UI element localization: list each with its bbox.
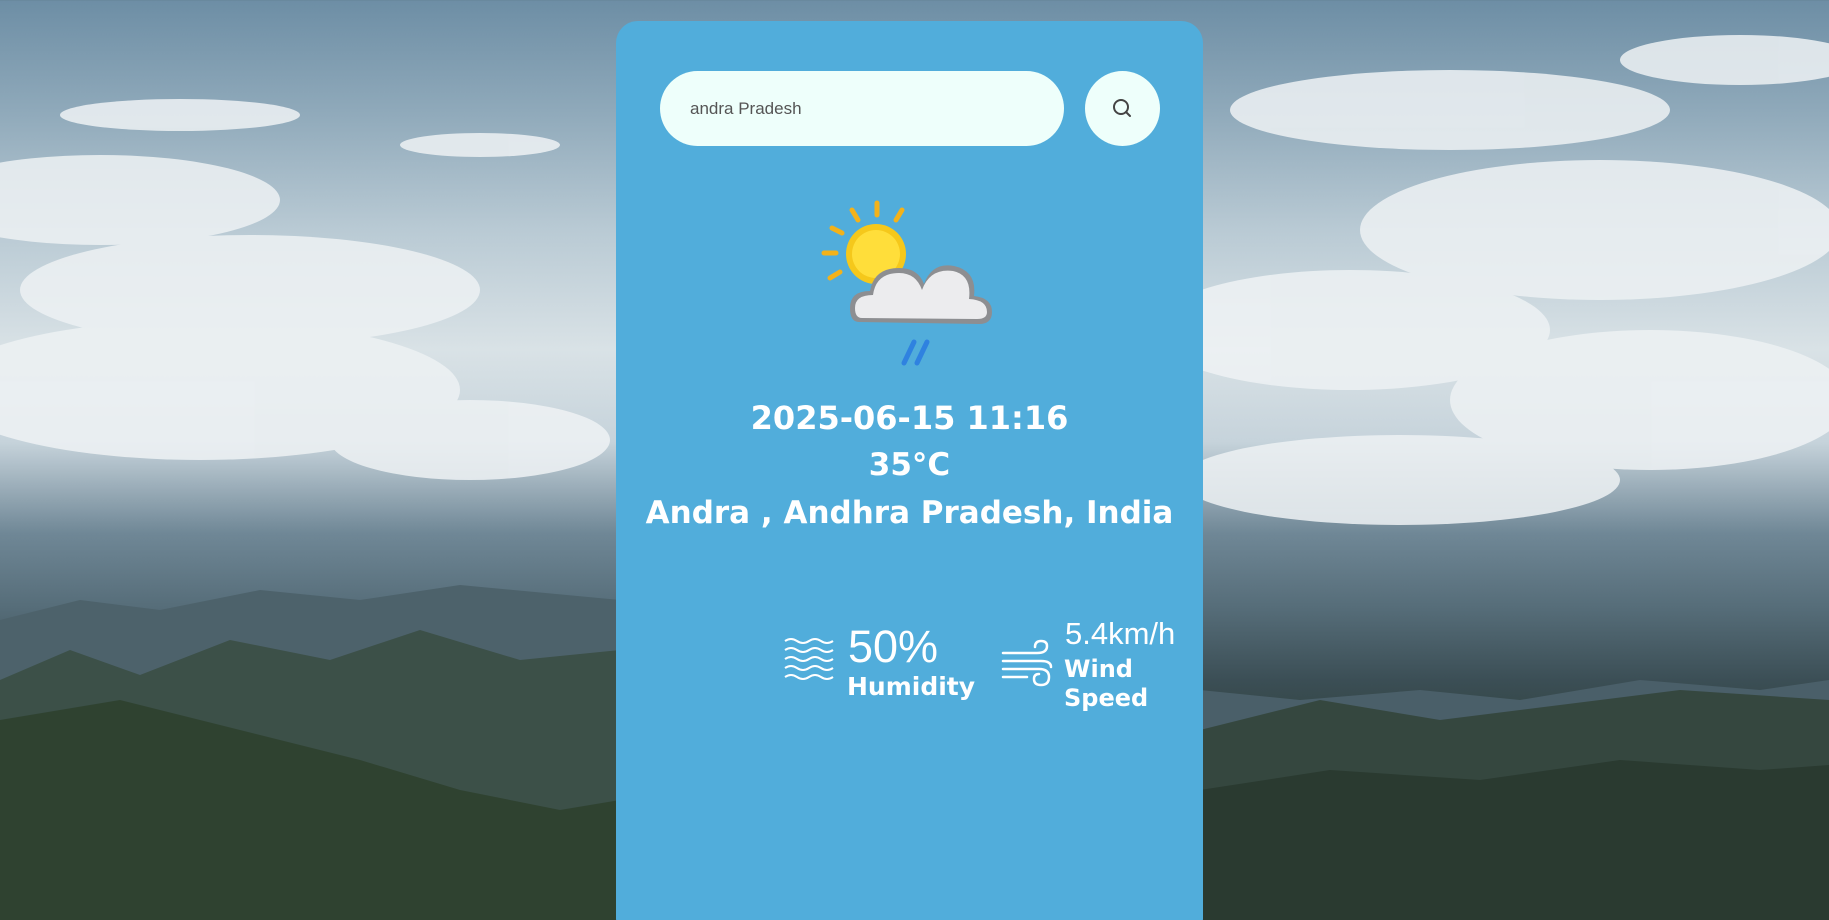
humidity-value: 50% <box>848 621 939 672</box>
search-input[interactable] <box>660 71 1064 146</box>
search-button[interactable] <box>1085 71 1160 146</box>
location-name: Andra , Andhra Pradesh, India <box>645 495 1174 531</box>
weather-card: 2025-06-15 11:16 35°C Andra , Andhra Pra… <box>616 21 1203 920</box>
wind-icon <box>1001 639 1053 687</box>
humidity-label: Humidity <box>847 672 976 701</box>
temperature: 35°C <box>868 447 951 483</box>
humidity-waves-icon <box>784 638 834 680</box>
date-time: 2025-06-15 11:16 <box>750 399 1069 437</box>
wind-speed-value: 5.4km/h <box>1065 616 1176 651</box>
search-icon <box>1112 98 1131 117</box>
sun-cloud-rain-icon <box>821 200 992 366</box>
wind-speed-label: Wind Speed <box>1064 655 1149 712</box>
